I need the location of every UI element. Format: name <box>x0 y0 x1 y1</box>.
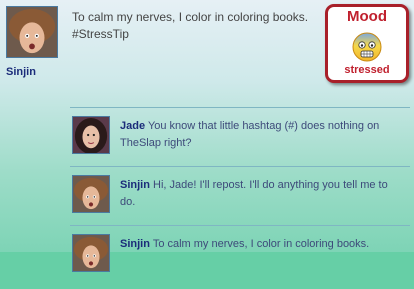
reply-author[interactable]: Sinjin <box>120 179 150 191</box>
reply-author[interactable]: Sinjin <box>120 238 150 250</box>
reply-divider <box>70 166 410 167</box>
reply-author[interactable]: Jade <box>120 120 145 132</box>
reply-divider <box>70 225 410 226</box>
anxious-face-icon <box>352 32 382 62</box>
status-text: To calm my nerves, I color in coloring b… <box>72 9 312 43</box>
avatar-jade[interactable] <box>72 116 110 154</box>
status-text-line: To calm my nerves, I color in coloring b… <box>72 10 309 24</box>
mood-badge: Mood stressed <box>325 4 409 83</box>
reply-message: Hi, Jade! I'll repost. I'll do anything … <box>120 179 388 208</box>
reply-item: Jade You know that little hashtag (#) do… <box>120 118 405 152</box>
reply-divider <box>70 107 410 108</box>
avatar-sinjin[interactable] <box>6 6 58 58</box>
avatar-sinjin[interactable] <box>72 175 110 213</box>
footer-band <box>0 252 414 289</box>
mood-title: Mood <box>347 8 387 25</box>
reply-message: To calm my nerves, I color in coloring b… <box>152 238 370 250</box>
mood-label: stressed <box>344 64 390 76</box>
reply-item: Sinjin Hi, Jade! I'll repost. I'll do an… <box>120 177 405 211</box>
reply-message: You know that little hashtag (#) does no… <box>120 120 380 149</box>
author-name[interactable]: Sinjin <box>6 66 36 78</box>
reply-item: Sinjin To calm my nerves, I color in col… <box>120 236 405 253</box>
avatar-sinjin[interactable] <box>72 234 110 272</box>
status-hashtag: #StressTip <box>72 27 129 41</box>
